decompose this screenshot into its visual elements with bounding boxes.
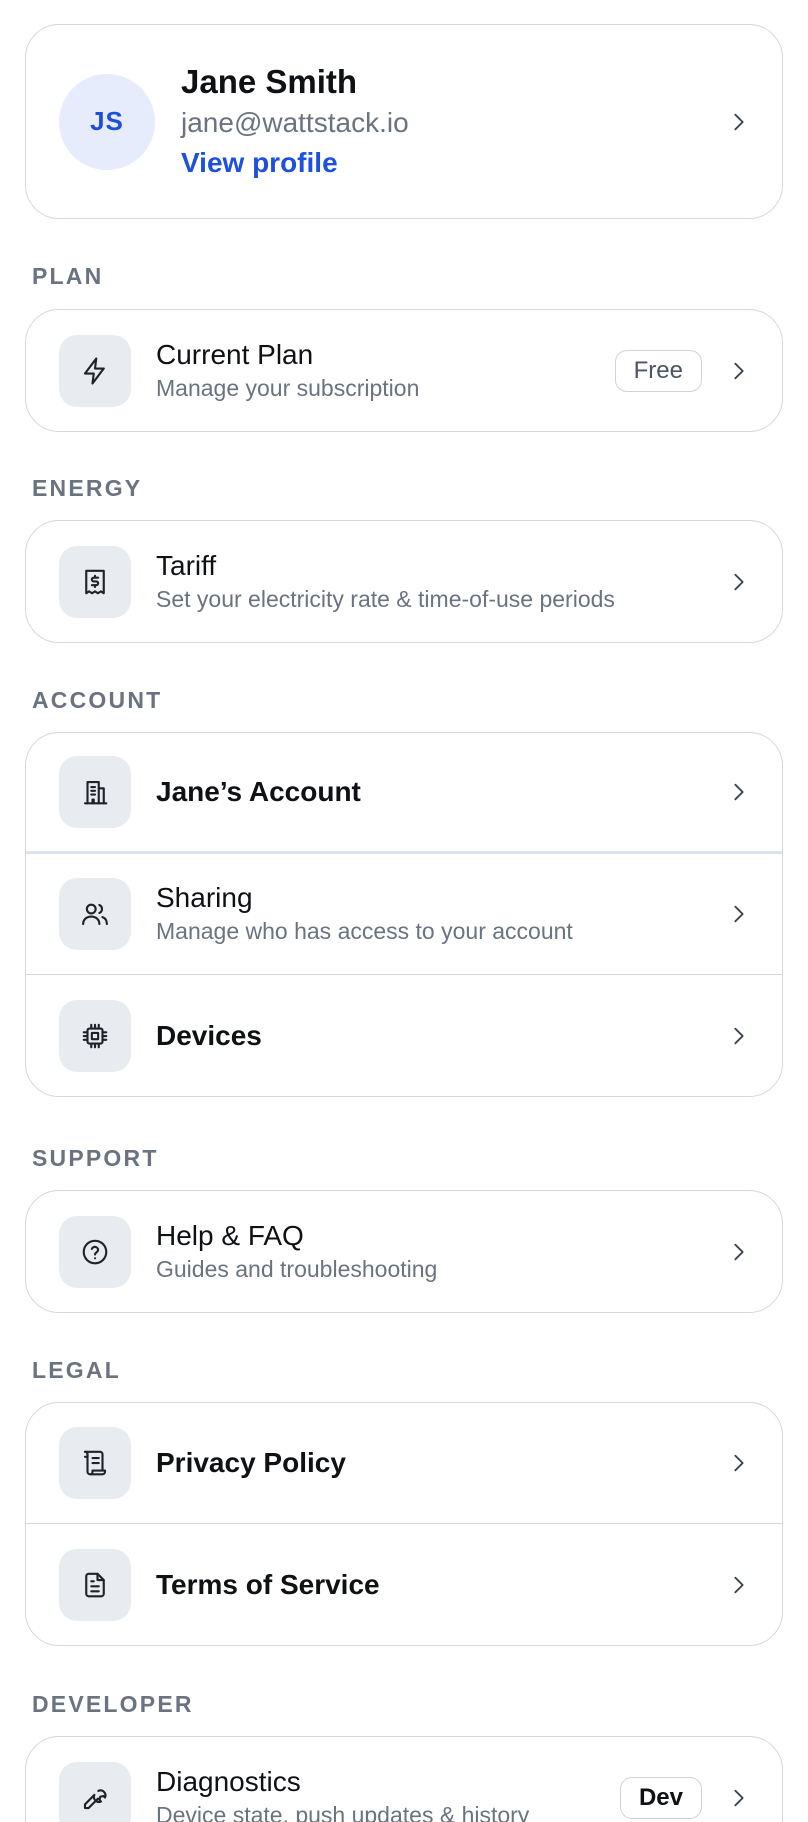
chevron-right-icon [728, 1025, 750, 1047]
chevron-right-icon [728, 781, 750, 803]
profile-name: Jane Smith [181, 62, 358, 100]
row-subtitle: Guides and troubleshooting [156, 1255, 438, 1282]
chevron-right-icon [728, 903, 750, 925]
receipt-dollar-icon [59, 545, 131, 618]
section-label-energy: ENERGY [32, 475, 143, 501]
chevron-right-icon [728, 1241, 750, 1263]
building-icon [59, 756, 131, 828]
chevron-right-icon [728, 1452, 750, 1474]
settings-page: JS Jane Smith jane@wattstack.io View pro… [0, 0, 808, 1822]
chevron-right-icon [728, 571, 750, 593]
settings-row-sharing[interactable]: Sharing Manage who has access to your ac… [26, 854, 782, 975]
chevron-right-icon [728, 111, 750, 133]
settings-row-privacy-policy[interactable]: Privacy Policy [26, 1403, 782, 1524]
row-title: Current Plan [156, 338, 314, 370]
settings-row-devices[interactable]: Devices [26, 975, 782, 1096]
row-title: Help & FAQ [156, 1219, 304, 1251]
chevron-right-icon [728, 1787, 750, 1809]
row-title: Jane’s Account [156, 776, 361, 807]
row-title: Devices [156, 1019, 262, 1051]
chevron-right-icon [728, 1574, 750, 1596]
profile-card[interactable]: JS Jane Smith jane@wattstack.io View pro… [25, 24, 783, 219]
row-subtitle: Manage your subscription [156, 374, 420, 401]
wrench-icon [59, 1761, 131, 1822]
lightning-icon [59, 334, 131, 407]
help-circle-icon [59, 1215, 131, 1288]
row-subtitle: Device state, push updates & history [156, 1801, 530, 1822]
scroll-icon [59, 1427, 131, 1499]
row-title: Tariff [156, 549, 217, 581]
document-icon [59, 1548, 131, 1621]
avatar: JS [59, 73, 155, 170]
settings-row-janes-account[interactable]: Jane’s Account [26, 733, 782, 854]
dev-badge: Dev [619, 1776, 702, 1819]
developer-group: Diagnostics Device state, push updates &… [25, 1736, 783, 1822]
row-subtitle: Set your electricity rate & time-of-use … [156, 585, 615, 612]
row-title: Terms of Service [156, 1568, 380, 1600]
legal-group: Privacy Policy Terms of Service [25, 1402, 783, 1646]
profile-info: Jane Smith jane@wattstack.io View profil… [181, 61, 728, 183]
settings-row-diagnostics[interactable]: Diagnostics Device state, push updates &… [26, 1737, 782, 1822]
section-label-support: SUPPORT [32, 1145, 159, 1171]
section-label-plan: PLAN [32, 263, 104, 289]
settings-row-terms-of-service[interactable]: Terms of Service [26, 1524, 782, 1645]
section-label-legal: LEGAL [32, 1357, 121, 1383]
row-title: Sharing [156, 882, 253, 913]
support-group: Help & FAQ Guides and troubleshooting [25, 1190, 783, 1313]
view-profile-link[interactable]: View profile [181, 143, 728, 183]
row-title: Diagnostics [156, 1765, 301, 1797]
plan-group: Current Plan Manage your subscription Fr… [25, 309, 783, 432]
settings-row-help-faq[interactable]: Help & FAQ Guides and troubleshooting [26, 1191, 782, 1312]
row-subtitle: Manage who has access to your account [156, 918, 573, 944]
plan-badge: Free [614, 349, 702, 392]
account-group: Jane’s Account Sharing Manage who has ac… [25, 732, 783, 1097]
energy-group: Tariff Set your electricity rate & time-… [25, 520, 783, 643]
chevron-right-icon [728, 360, 750, 382]
row-title: Privacy Policy [156, 1447, 346, 1478]
profile-email: jane@wattstack.io [181, 106, 409, 138]
chip-icon [59, 999, 131, 1072]
section-label-developer: DEVELOPER [32, 1691, 194, 1717]
users-icon [59, 878, 131, 950]
settings-row-tariff[interactable]: Tariff Set your electricity rate & time-… [26, 521, 782, 642]
settings-row-current-plan[interactable]: Current Plan Manage your subscription Fr… [26, 310, 782, 431]
section-label-account: ACCOUNT [32, 687, 163, 713]
